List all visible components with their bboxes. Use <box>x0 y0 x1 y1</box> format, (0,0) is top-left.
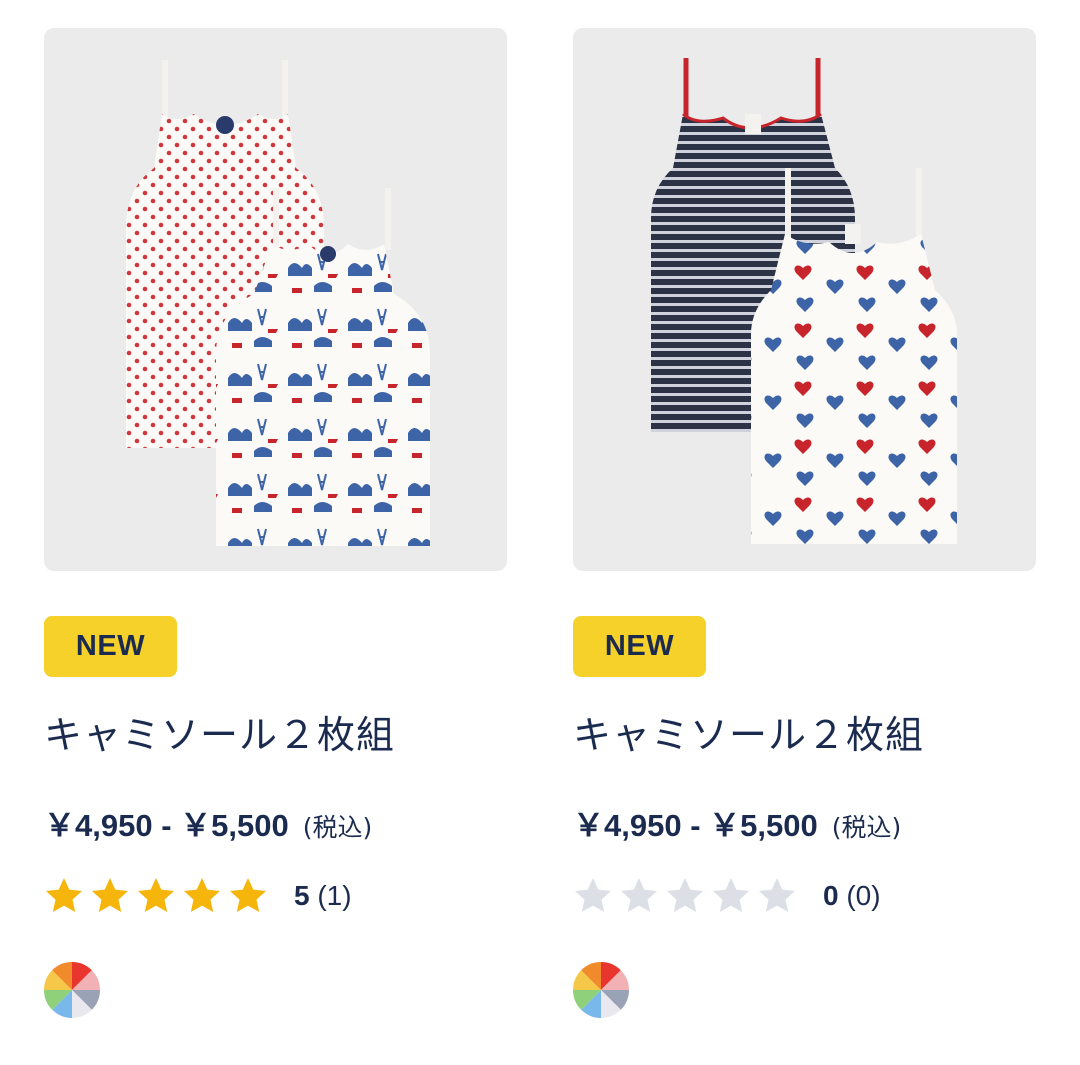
star-empty-icon <box>575 878 611 912</box>
product-title[interactable]: キャミソール２枚組 <box>573 704 924 759</box>
multicolor-swatch-icon[interactable] <box>44 962 100 1018</box>
review-count: (1) <box>317 880 352 911</box>
price-range: ￥4,950 - ￥5,500 <box>44 808 289 843</box>
star-empty-icon <box>713 878 749 912</box>
review-count: (0) <box>846 880 881 911</box>
price-row: ￥4,950 - ￥5,500 (税込) <box>44 800 372 845</box>
star-filled-icon <box>184 878 220 912</box>
new-badge: NEW <box>44 616 177 677</box>
star-rating <box>44 876 268 916</box>
product-image[interactable] <box>44 28 507 571</box>
camisole-illustration <box>126 60 430 546</box>
star-filled-icon <box>92 878 128 912</box>
rating-summary: 0 (0) <box>823 880 881 912</box>
star-empty-icon <box>667 878 703 912</box>
star-filled-icon <box>46 878 82 912</box>
product-title[interactable]: キャミソール２枚組 <box>44 704 395 759</box>
tax-note: (税込) <box>831 813 902 842</box>
product-grid: NEW キャミソール２枚組 ￥4,950 - ￥5,500 (税込) 5 (1) <box>0 0 1080 1065</box>
new-badge: NEW <box>573 616 706 677</box>
rating-score: 5 <box>294 880 310 911</box>
price-range: ￥4,950 - ￥5,500 <box>573 808 818 843</box>
multicolor-swatch-icon[interactable] <box>573 962 629 1018</box>
rating[interactable]: 0 (0) <box>573 876 881 916</box>
product-card[interactable]: NEW キャミソール２枚組 ￥4,950 - ￥5,500 (税込) 5 (1) <box>44 28 507 1018</box>
rating-score: 0 <box>823 880 839 911</box>
star-rating <box>573 876 797 916</box>
star-empty-icon <box>759 878 795 912</box>
product-card[interactable]: NEW キャミソール２枚組 ￥4,950 - ￥5,500 (税込) 0 (0) <box>573 28 1036 1018</box>
star-filled-icon <box>230 878 266 912</box>
star-filled-icon <box>138 878 174 912</box>
rating-summary: 5 (1) <box>294 880 352 912</box>
tax-note: (税込) <box>302 813 373 842</box>
camisole-illustration <box>651 58 957 544</box>
rating[interactable]: 5 (1) <box>44 876 352 916</box>
product-image[interactable] <box>573 28 1036 571</box>
price-row: ￥4,950 - ￥5,500 (税込) <box>573 800 901 845</box>
star-empty-icon <box>621 878 657 912</box>
